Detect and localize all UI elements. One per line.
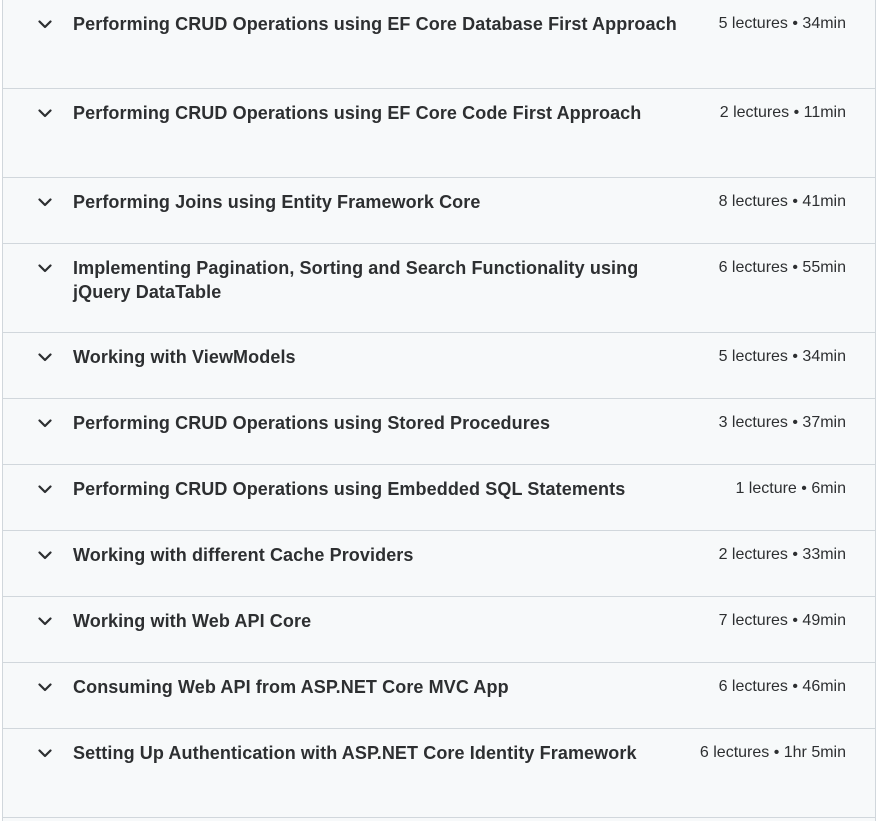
section-meta: 3 lectures • 37min [718,414,846,431]
course-curriculum: Performing CRUD Operations using EF Core… [2,0,876,821]
section-title: Implementing Pagination, Sorting and Sea… [73,258,639,302]
section-title: Working with different Cache Providers [73,545,414,565]
chevron-down-icon[interactable] [36,609,54,633]
section-title: Performing Joins using Entity Framework … [73,192,481,212]
chevron-down-icon[interactable] [36,256,54,280]
section-title: Performing CRUD Operations using EF Core… [73,103,642,123]
section-meta: 1 lecture • 6min [735,480,846,497]
curriculum-section[interactable]: Working with different Cache Providers 2… [3,531,875,597]
section-title: Setting Up Authentication with ASP.NET C… [73,743,637,763]
section-meta: 2 lectures • 11min [719,104,846,121]
section-title: Working with ViewModels [73,347,296,367]
chevron-down-icon[interactable] [36,101,54,125]
curriculum-section[interactable]: Performing CRUD Operations using Embedde… [3,465,875,531]
section-title: Consuming Web API from ASP.NET Core MVC … [73,677,509,697]
chevron-down-icon[interactable] [36,12,54,36]
chevron-down-icon[interactable] [36,477,54,501]
chevron-down-icon[interactable] [36,675,54,699]
section-meta: 6 lectures • 1hr 5min [699,744,846,761]
curriculum-section[interactable]: Working with Web API Core 7 lectures • 4… [3,597,875,663]
section-title: Performing CRUD Operations using Embedde… [73,479,626,499]
section-title: Performing CRUD Operations using EF Core… [73,14,677,34]
curriculum-section[interactable]: Performing Joins using Entity Framework … [3,178,875,244]
section-title: Working with Web API Core [73,611,312,631]
curriculum-section[interactable]: Consuming Web API from ASP.NET Core MVC … [3,663,875,729]
section-meta: 6 lectures • 55min [718,259,846,276]
curriculum-section[interactable]: Setting Up Authentication with ASP.NET C… [3,729,875,818]
section-meta: 5 lectures • 34min [718,348,846,365]
section-meta: 6 lectures • 46min [718,678,846,695]
curriculum-section[interactable]: Performing CRUD Operations using Stored … [3,399,875,465]
section-meta: 8 lectures • 41min [718,193,846,210]
section-meta: 2 lectures • 33min [718,546,846,563]
chevron-down-icon[interactable] [36,190,54,214]
section-meta: 7 lectures • 49min [718,612,846,629]
curriculum-section[interactable]: Performing CRUD Operations using EF Core… [3,89,875,178]
curriculum-section[interactable]: Working with ViewModels 5 lectures • 34m… [3,333,875,399]
chevron-down-icon[interactable] [36,411,54,435]
curriculum-section[interactable]: Performing CRUD Operations using EF Core… [3,0,875,89]
chevron-down-icon[interactable] [36,741,54,765]
section-meta: 5 lectures • 34min [718,15,846,32]
chevron-down-icon[interactable] [36,543,54,567]
section-title: Performing CRUD Operations using Stored … [73,413,551,433]
chevron-down-icon[interactable] [36,345,54,369]
curriculum-section[interactable]: Implementing Pagination, Sorting and Sea… [3,244,875,333]
